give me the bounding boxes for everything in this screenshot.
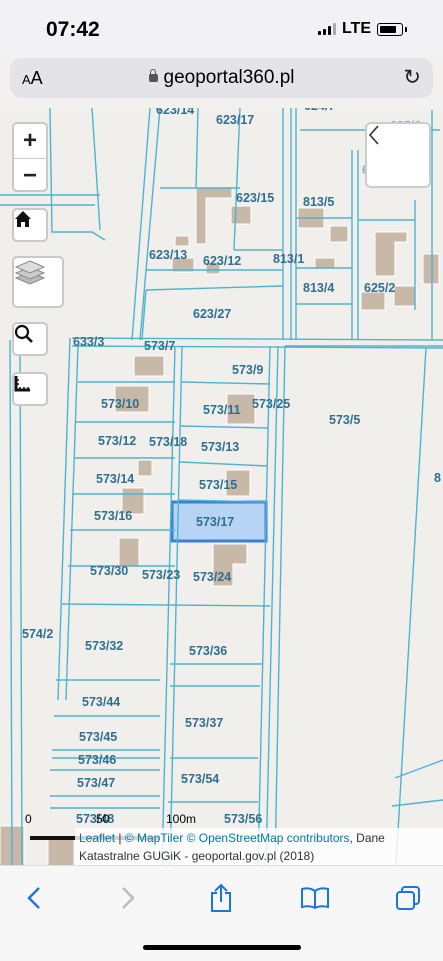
map-canvas: 623/14 623/17 624/7 625/6 623/15 813/5 6… [0,108,443,865]
building [329,225,349,243]
parcel-label: 573/45 [79,730,117,744]
building [118,537,140,567]
building [393,285,417,307]
battery-icon [377,22,403,36]
scale-mid: 50 [96,812,110,826]
reload-icon[interactable]: ↻ [403,65,421,90]
home-icon [15,211,31,227]
chevron-left-icon [27,887,40,909]
parcel-label: 573/44 [82,695,120,709]
parcel-label: 573/13 [201,440,239,454]
lock-icon [148,69,158,82]
parcel-label: 573/11 [203,403,241,417]
parcel-label: 623/17 [216,113,254,127]
leaflet-link[interactable]: Leaflet [79,831,115,845]
measure-icon [14,376,30,392]
parcel-label: 573/18 [149,435,187,449]
parcel-label: 625/2 [364,281,395,295]
search-button[interactable] [12,322,48,356]
building [47,837,75,865]
building [133,355,165,377]
zoom-control: + − [12,122,48,192]
address-bar[interactable]: AA geoportal360.pl ↻ [10,58,433,98]
building [314,257,336,269]
parcel-label: 813/5 [303,195,334,209]
building [195,187,233,245]
share-button[interactable] [201,880,241,916]
parcel-label: 573/15 [199,478,237,492]
back-button[interactable] [14,880,54,916]
parcel-label: 573/10 [101,397,139,411]
url-text: geoportal360.pl [163,67,295,88]
status-time: 07:42 [46,18,100,41]
parcel-label: 573/7 [144,339,175,353]
layers-icon [14,260,46,285]
map[interactable]: 623/14 623/17 624/7 625/6 623/15 813/5 6… [0,108,443,865]
parcel-label: 573/23 [142,568,180,582]
parcel-label: 573/32 [85,639,123,653]
book-icon [301,887,329,910]
status-indicators: LTE [317,20,407,38]
parcel-label: 573/16 [94,509,132,523]
osm-link[interactable]: © OpenStreetMap contributors [187,831,350,845]
parcel-label: 573/36 [189,644,227,658]
parcel-label: 574/2 [22,627,53,641]
forward-button[interactable] [108,880,148,916]
scale-zero: 0 [25,812,32,826]
building [137,459,153,477]
layers-button[interactable] [12,256,64,308]
parcel-label: 813/4 [303,281,334,295]
search-icon [14,324,33,343]
maptiler-link[interactable]: © MapTiler [125,831,183,845]
share-icon [211,883,231,912]
chevron-right-icon [122,887,135,909]
parcel-label: 573/14 [96,472,134,486]
signal-icon [317,23,336,35]
panel-toggle-button[interactable] [365,122,431,188]
tabs-button[interactable] [388,880,428,916]
building [374,231,408,277]
parcel-label: 623/27 [193,307,231,321]
parcel-label: 8 [434,471,441,485]
parcel-label: 573/9 [232,363,263,377]
parcel-label: 573/24 [193,570,231,584]
parcel-label: 623/15 [236,191,274,205]
building [230,205,252,225]
network-label: LTE [341,20,371,37]
zoom-out-button[interactable]: − [14,159,46,193]
home-indicator [143,945,301,950]
chevron-left-icon [368,125,379,145]
status-bar: 07:42 LTE [0,0,443,58]
parcel-label: 623/12 [203,254,241,268]
parcel-label: 573/47 [77,776,115,790]
parcel-label: 623/13 [149,248,187,262]
parcel-label: 813/1 [273,252,304,266]
parcel-label: 624/7 [304,108,335,113]
url-field[interactable]: geoportal360.pl [10,67,433,89]
parcel-label: 573/56 [224,812,262,826]
parcel-label: 623/14 [156,108,194,117]
zoom-in-button[interactable]: + [14,124,46,159]
parcel-label: 633/3 [73,335,104,349]
map-attribution: Leaflet | © MapTiler © OpenStreetMap con… [75,828,443,865]
parcel-label: 573/17 [196,515,234,529]
building [174,235,190,247]
tabs-icon [396,886,420,910]
parcel-label: 573/12 [98,434,136,448]
home-button[interactable] [12,208,48,242]
parcel-label: 573/54 [181,772,219,786]
scale-end: 100m [166,812,197,826]
parcel-label: 573/5 [329,413,360,427]
parcel-label: 573/46 [78,753,116,767]
parcel-label: 573/25 [252,397,290,411]
parcel-label: 573/37 [185,716,223,730]
bookmarks-button[interactable] [295,880,335,916]
building [422,253,440,285]
measure-button[interactable] [12,372,48,406]
parcel-label: 573/30 [90,564,128,578]
